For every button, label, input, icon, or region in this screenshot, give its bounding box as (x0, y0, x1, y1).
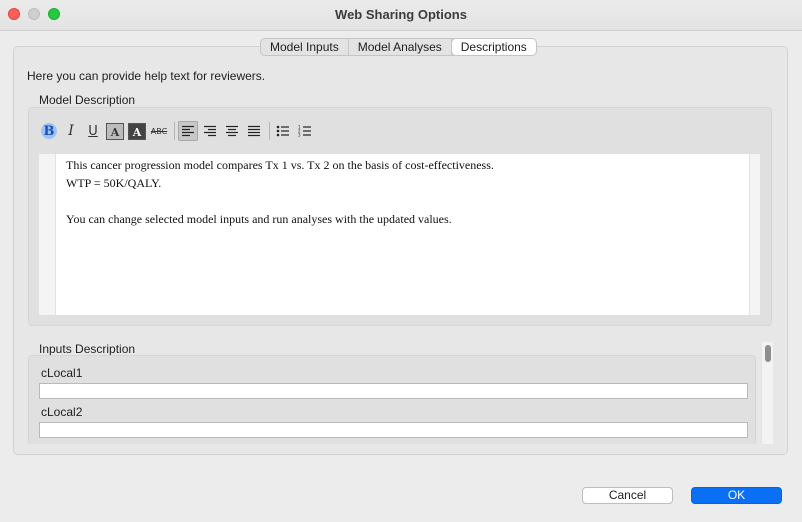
toolbar-divider (174, 122, 175, 140)
editor-line: This cancer progression model compares T… (66, 158, 494, 172)
align-left-button[interactable] (178, 121, 198, 141)
field-label-clocal1: cLocal1 (41, 366, 83, 380)
font-color-icon: A (106, 122, 124, 140)
align-left-icon (182, 125, 194, 137)
field-label-clocal2: cLocal2 (41, 405, 83, 419)
toolbar-divider (269, 122, 270, 140)
align-justify-icon (248, 125, 260, 137)
align-right-icon (204, 125, 216, 137)
inputs-scroll-area: Inputs Description cLocal1 cLocal2 (28, 342, 756, 444)
editor-line: WTP = 50K/QALY. (66, 176, 162, 190)
bullet-list-button[interactable] (273, 121, 293, 141)
align-justify-button[interactable] (244, 121, 264, 141)
numbered-list-icon: 123 (298, 125, 311, 138)
italic-icon: I (68, 123, 74, 139)
align-center-button[interactable] (222, 121, 242, 141)
bold-icon: B (41, 123, 57, 139)
tab-model-inputs[interactable]: Model Inputs (261, 39, 349, 55)
editor-line (66, 192, 494, 210)
inputs-description-label: Inputs Description (39, 342, 136, 356)
model-description-label: Model Description (39, 93, 136, 107)
clocal1-field[interactable] (39, 383, 748, 399)
editor-text: This cancer progression model compares T… (66, 156, 494, 228)
rich-text-toolbar: B I U A A ABC 123 (39, 120, 317, 142)
align-center-icon (226, 125, 238, 137)
editor-page[interactable]: This cancer progression model compares T… (55, 154, 750, 315)
highlight-color-icon: A (128, 122, 146, 140)
inputs-scrollbar[interactable] (761, 342, 773, 444)
help-text: Here you can provide help text for revie… (27, 69, 266, 83)
inputs-description-group: cLocal1 cLocal2 (28, 355, 756, 444)
editor-line: You can change selected model inputs and… (66, 212, 452, 226)
strikethrough-icon: ABC (150, 126, 168, 136)
bullet-list-icon (276, 125, 289, 137)
model-description-editor[interactable]: This cancer progression model compares T… (38, 153, 761, 316)
cancel-button[interactable]: Cancel (582, 487, 673, 504)
title-bar: Web Sharing Options (0, 0, 802, 31)
tab-descriptions[interactable]: Descriptions (451, 39, 536, 55)
bold-button[interactable]: B (39, 121, 59, 141)
strikethrough-button[interactable]: ABC (149, 121, 169, 141)
clocal2-field[interactable] (39, 422, 748, 438)
underline-icon: U (88, 123, 98, 139)
tab-model-analyses[interactable]: Model Analyses (349, 39, 452, 55)
align-right-button[interactable] (200, 121, 220, 141)
italic-button[interactable]: I (61, 121, 81, 141)
underline-button[interactable]: U (83, 121, 103, 141)
tab-bar: Model Inputs Model Analyses Descriptions (260, 38, 537, 56)
window-title: Web Sharing Options (335, 7, 467, 22)
ok-button[interactable]: OK (691, 487, 782, 504)
svg-text:3: 3 (298, 133, 301, 138)
highlight-color-button[interactable]: A (127, 121, 147, 141)
scrollbar-thumb[interactable] (765, 345, 771, 362)
font-color-button[interactable]: A (105, 121, 125, 141)
numbered-list-button[interactable]: 123 (295, 121, 315, 141)
